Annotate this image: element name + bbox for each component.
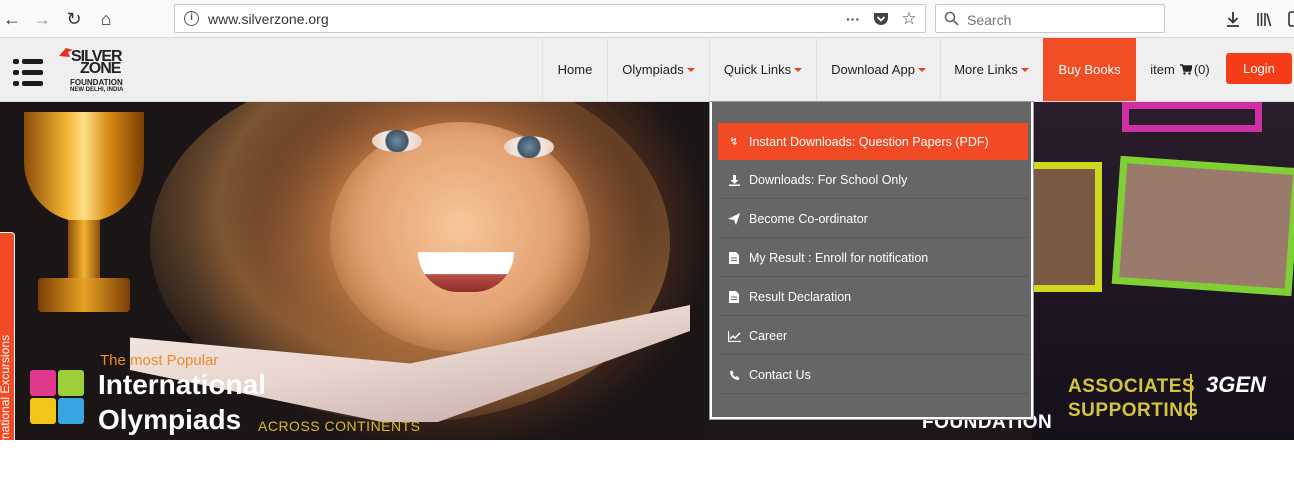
phone-icon — [727, 368, 741, 382]
login-button[interactable]: Login — [1226, 53, 1292, 84]
pocket-icon[interactable] — [871, 9, 891, 29]
caret-down-icon — [794, 67, 803, 72]
photo-frame — [1122, 102, 1262, 132]
quick-links-dropdown: ↯ Instant Downloads: Question Papers (PD… — [710, 102, 1033, 419]
dropdown-item-label: Become Co-ordinator — [749, 212, 868, 226]
nav-more-links[interactable]: More Links — [940, 38, 1042, 101]
nav-buy-books[interactable]: Buy Books — [1043, 38, 1136, 101]
download-icon — [727, 173, 741, 187]
banner-face — [330, 122, 590, 352]
dropdown-item-label: My Result : Enroll for notification — [749, 251, 929, 265]
photo-frame — [1111, 155, 1294, 297]
tagline-suffix: ACROSS CONTINENTS — [258, 418, 421, 434]
dropdown-item-career[interactable]: Career — [718, 318, 1028, 355]
tagline-line2: Olympiads — [98, 404, 242, 435]
browser-toolbar: ← → ↻ ⌂ i www.silverzone.org ··· ☆ Searc… — [0, 0, 1294, 38]
cart-count: (0) — [1193, 62, 1210, 77]
download-file-icon: ↯ — [729, 136, 739, 148]
caret-down-icon — [917, 67, 926, 72]
nav-quick-links[interactable]: Quick Links — [709, 38, 816, 101]
login-label: Login — [1243, 61, 1275, 76]
search-placeholder: Search — [967, 12, 1012, 28]
logo-line3: FOUNDATION — [70, 78, 123, 87]
dropdown-item-become-coordinator[interactable]: Become Co-ordinator — [718, 201, 1028, 238]
nav-olympiads[interactable]: Olympiads — [607, 38, 709, 101]
back-icon[interactable]: ← — [0, 7, 24, 31]
nav-buy-books-label: Buy Books — [1058, 62, 1121, 77]
dropdown-item-label: Instant Downloads: Question Papers (PDF) — [749, 134, 989, 149]
download-icon[interactable] — [1223, 9, 1243, 29]
document-icon — [727, 290, 741, 304]
reload-icon[interactable]: ↻ — [62, 7, 86, 31]
dropdown-item-label: Career — [749, 329, 788, 343]
dropdown-item-instant-downloads[interactable]: ↯ Instant Downloads: Question Papers (PD… — [718, 123, 1028, 160]
site-header: SILVER ZONE FOUNDATION NEW DELHI, INDIA … — [0, 38, 1294, 102]
associates-line2: SUPPORTING — [1068, 400, 1199, 421]
cart-link[interactable]: item (0) — [1136, 38, 1224, 101]
logo-line2: ZONE — [80, 60, 121, 77]
dropdown-item-label: Result Declaration — [749, 290, 852, 304]
logo-square — [58, 370, 84, 396]
caret-down-icon — [686, 67, 695, 72]
paper-plane-icon — [727, 212, 741, 226]
nav-home-label: Home — [557, 62, 593, 77]
sidebar-icon[interactable] — [1283, 9, 1294, 29]
search-bar[interactable]: Search — [935, 4, 1165, 33]
logo-line4: NEW DELHI, INDIA — [70, 87, 124, 93]
dropdown-item-school-downloads[interactable]: Downloads: For School Only — [718, 162, 1028, 199]
nav-more-links-label: More Links — [954, 62, 1018, 77]
cart-label: item — [1150, 62, 1175, 77]
logo-square — [58, 398, 84, 424]
nav-download-app-label: Download App — [831, 62, 915, 77]
library-icon[interactable] — [1254, 9, 1274, 29]
silverzone-logo[interactable]: SILVER ZONE FOUNDATION NEW DELHI, INDIA — [58, 46, 138, 98]
associates-line1: ASSOCIATES — [1068, 376, 1196, 397]
nav-download-app[interactable]: Download App — [816, 38, 940, 101]
logo-square — [30, 370, 56, 396]
info-icon[interactable]: i — [184, 11, 199, 26]
banner-eye-right — [504, 136, 554, 158]
nav-quick-links-label: Quick Links — [723, 62, 792, 77]
nav-home[interactable]: Home — [542, 38, 607, 101]
forward-icon[interactable]: → — [30, 7, 54, 31]
tagline-line1: International — [98, 369, 267, 400]
dropdown-item-my-result[interactable]: My Result : Enroll for notification — [718, 240, 1028, 277]
menu-icon[interactable] — [13, 57, 45, 89]
partner-logo: 3GEN — [1206, 372, 1266, 397]
cart-icon — [1179, 64, 1192, 75]
dropdown-item-contact-us[interactable]: Contact Us — [718, 357, 1028, 394]
url-text[interactable]: www.silverzone.org — [208, 11, 329, 27]
partner-divider — [1190, 374, 1192, 420]
home-icon[interactable]: ⌂ — [94, 7, 118, 31]
banner-eye-left — [372, 130, 422, 152]
photo-frame — [1022, 162, 1102, 292]
caret-down-icon — [1020, 67, 1029, 72]
tagline-small: The most Popular — [100, 352, 219, 369]
trophy-base — [38, 278, 130, 312]
dropdown-item-result-declaration[interactable]: Result Declaration — [718, 279, 1028, 316]
bookmark-star-icon[interactable]: ☆ — [899, 9, 919, 29]
dropdown-item-label: Contact Us — [749, 368, 811, 382]
search-icon — [944, 11, 959, 26]
hero-banner[interactable]: International Excursions The most Popula… — [0, 102, 1294, 440]
line-chart-icon — [727, 329, 741, 343]
document-icon — [727, 251, 741, 265]
logo-square — [30, 398, 56, 424]
international-excursions-tab[interactable]: International Excursions — [0, 232, 15, 440]
more-icon[interactable]: ··· — [843, 9, 863, 29]
dropdown-item-label: Downloads: For School Only — [749, 173, 908, 187]
nav-olympiads-label: Olympiads — [622, 62, 684, 77]
trophy-stem — [68, 220, 100, 280]
side-tab-label: International Excursions — [0, 334, 12, 440]
address-bar[interactable]: i www.silverzone.org ··· ☆ — [174, 4, 926, 33]
